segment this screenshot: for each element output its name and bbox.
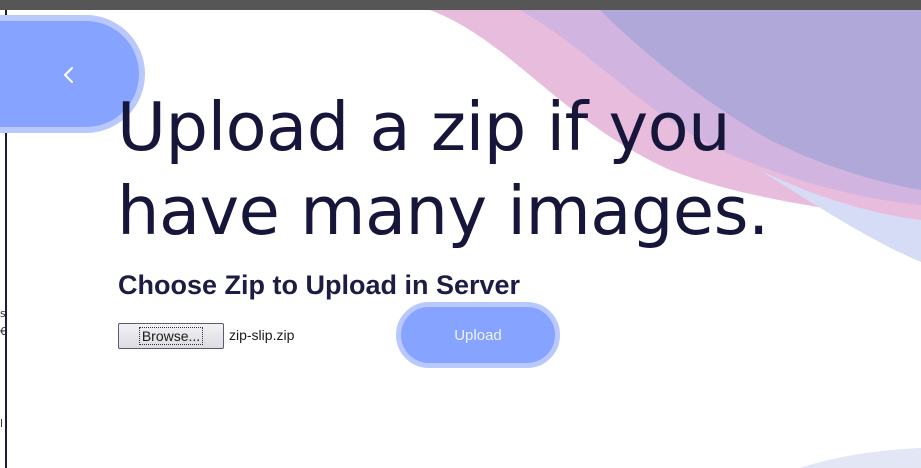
chevron-left-icon (64, 67, 73, 83)
upload-subheading: Choose Zip to Upload in Server (118, 270, 521, 300)
selected-file-name: zip-slip.zip (229, 327, 295, 343)
edge-glyph: l (0, 417, 4, 430)
edge-glyph: € (0, 325, 7, 338)
browse-label: Browse... (138, 327, 204, 345)
upload-button[interactable]: Upload (396, 302, 560, 368)
browse-button[interactable]: Browse... (118, 323, 224, 349)
edge-glyph: s (0, 307, 6, 320)
page-title: Upload a zip if you have many images. (117, 88, 769, 250)
